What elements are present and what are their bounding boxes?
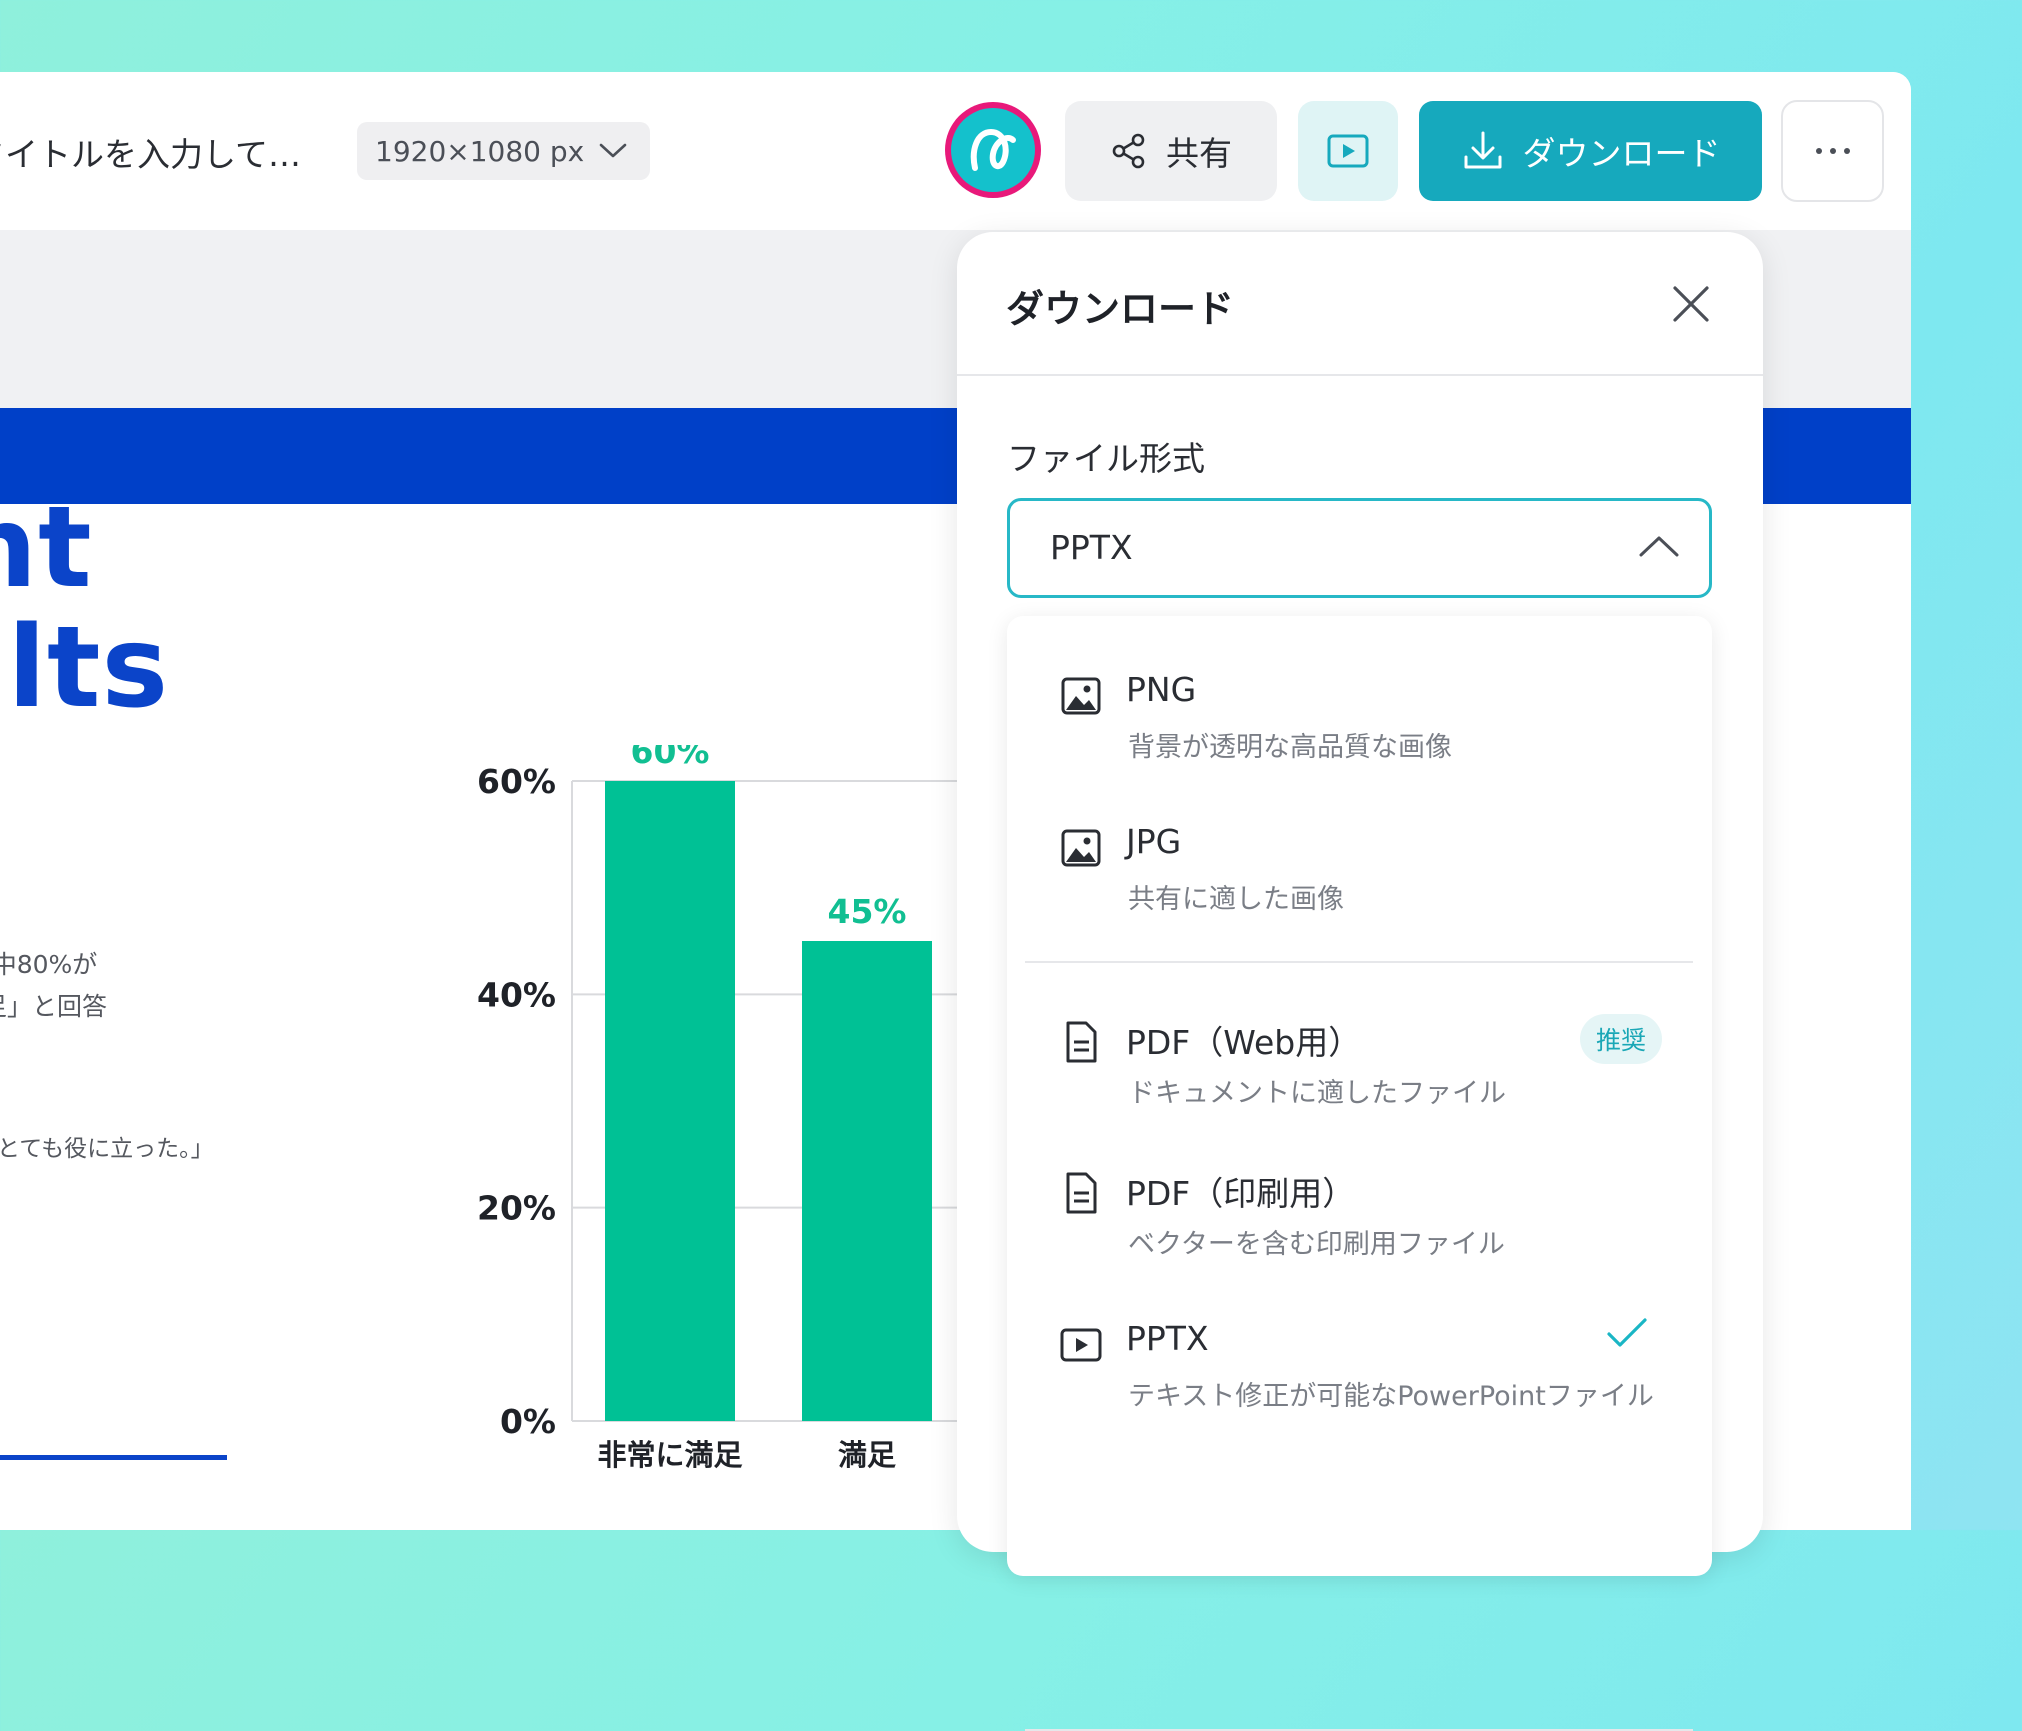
download-icon — [1464, 131, 1501, 169]
slide-divider — [0, 1455, 227, 1460]
format-option-name: JPG — [1126, 822, 1182, 861]
slide-heading-line: Results — [0, 603, 170, 733]
present-button[interactable] — [1298, 101, 1398, 201]
chart-bar — [605, 781, 735, 1421]
document-title-input[interactable]: タイトルを入力して… — [0, 128, 301, 176]
format-option-name: PDF（印刷用） — [1126, 1174, 1356, 1213]
slide-body-text: 参加者100名中80%が 「満足」と回答 — [0, 944, 107, 1028]
check-icon — [1607, 1318, 1647, 1347]
avatar-logo-icon — [970, 128, 1016, 171]
play-icon — [1327, 134, 1369, 168]
slide-body-line: 「満足」と回答 — [0, 992, 108, 1021]
download-label: ダウンロード — [1522, 134, 1721, 173]
chart-data-label: 45% — [828, 892, 907, 931]
format-option-png[interactable]: PNG 背景が透明な高品質な画像 — [1007, 616, 1712, 763]
chart-y-tick-label: 60% — [477, 762, 556, 801]
download-panel: ダウンロード ファイル形式 PPTX PNG 背景が透明な高品質な画像 JPG … — [957, 232, 1763, 1731]
format-option-name: PPTX — [1126, 1319, 1209, 1358]
document-icon — [1066, 1021, 1097, 1063]
image-icon — [1061, 677, 1101, 715]
document-icon — [1066, 1172, 1097, 1214]
chart-y-tick-label: 20% — [477, 1189, 556, 1228]
more-horizontal-icon — [1815, 148, 1850, 154]
share-button[interactable]: 共有 — [1065, 101, 1277, 201]
format-option-desc: ドキュメントに適したファイル — [1128, 1078, 1506, 1109]
user-avatar[interactable] — [945, 102, 1041, 198]
recommended-badge: 推奨 — [1580, 1014, 1662, 1064]
format-option-desc: ベクターを含む印刷用ファイル — [1128, 1229, 1505, 1260]
format-option-name: PDF（Web用） — [1126, 1023, 1362, 1062]
slide-body-line: 参加者100名中80%が — [0, 950, 98, 979]
close-icon[interactable] — [1669, 282, 1713, 326]
slide-heading: Participant Results — [0, 488, 169, 728]
slide-heading-line: Participant — [0, 483, 93, 613]
file-format-options: PNG 背景が透明な高品質な画像 JPG 共有に適した画像 PDF（Web用） … — [1007, 616, 1712, 1731]
chevron-down-icon — [599, 143, 627, 158]
format-option-pdf-print[interactable]: PDF（印刷用） ベクターを含む印刷用ファイル — [1007, 1113, 1712, 1260]
canvas-size-label: 1920×1080 px — [375, 134, 585, 168]
more-options-button[interactable] — [1781, 100, 1884, 202]
download-panel-title: ダウンロード — [1006, 287, 1235, 331]
chart-category-label: 満足 — [838, 1438, 896, 1472]
share-icon — [1112, 133, 1145, 169]
chart-category-label: 非常に満足 — [597, 1438, 742, 1472]
format-option-jpg[interactable]: JPG 共有に適した画像 — [1007, 768, 1712, 915]
format-option-desc: 背景が透明な高品質な画像 — [1128, 732, 1452, 763]
format-option-name: PNG — [1126, 670, 1197, 709]
bar-chart: 0% 20% 40% 60% 60% 非常に満足 45% 満足 — [477, 745, 960, 1472]
chart-y-tick-label: 40% — [477, 975, 556, 1014]
chart-data-label: 60% — [631, 745, 710, 771]
chart-y-tick-label: 0% — [500, 1402, 556, 1441]
slide-quote: 「とても役に立った。」 — [0, 1136, 214, 1162]
top-toolbar: タイトルを入力して… 1920×1080 px 共有 ダウンロード — [0, 72, 1911, 230]
download-panel-header: ダウンロード — [957, 232, 1763, 376]
image-icon — [1061, 829, 1101, 867]
share-label: 共有 — [1166, 134, 1232, 173]
download-button[interactable]: ダウンロード — [1419, 101, 1762, 201]
format-option-desc: テキスト修正が可能なPowerPointファイル — [1128, 1381, 1654, 1412]
file-format-select[interactable]: PPTX — [1007, 498, 1712, 598]
file-format-label: ファイル形式 — [1007, 439, 1205, 478]
file-format-value: PPTX — [1050, 528, 1133, 567]
canvas-size-dropdown[interactable]: 1920×1080 px — [357, 122, 651, 180]
chart-bar — [802, 941, 932, 1421]
play-icon — [1060, 1328, 1102, 1362]
format-option-desc: 共有に適した画像 — [1128, 884, 1344, 915]
chevron-up-icon — [1639, 536, 1679, 557]
